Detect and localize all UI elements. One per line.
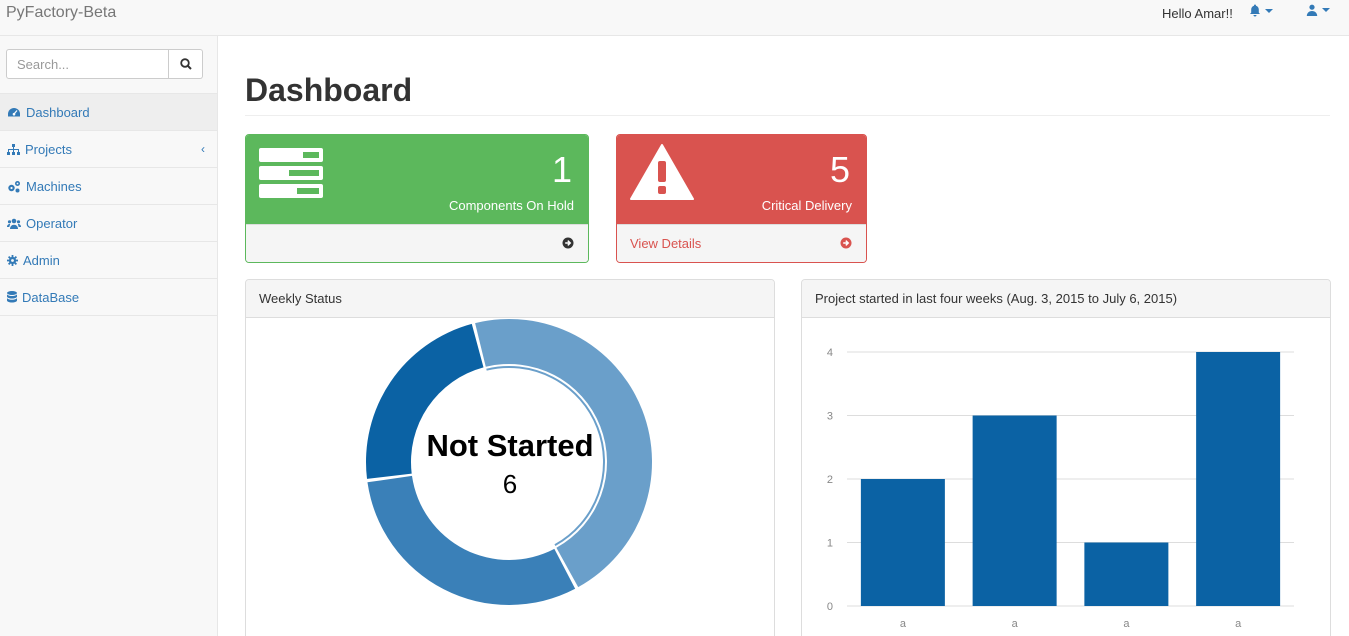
chevron-down-icon [1322, 8, 1330, 12]
user-icon [1306, 4, 1318, 16]
page-title: Dashboard [245, 72, 413, 108]
sidebar-item-label: DataBase [22, 289, 80, 305]
stat-header: 1 Components On Hold [246, 135, 588, 224]
gears-icon [8, 180, 20, 192]
chevron-down-icon [1265, 8, 1273, 13]
sidebar-item-machines[interactable]: Machines [0, 168, 217, 205]
y-tick-label: 3 [827, 411, 833, 423]
donut-center-label: Not Started [426, 428, 593, 463]
sidebar-item-label: Dashboard [26, 104, 90, 120]
users-icon [7, 218, 21, 229]
weekly-status-panel: Weekly Status Not Started 6 [245, 279, 775, 636]
sidebar-item-database[interactable]: DataBase [0, 279, 217, 316]
donut-segment[interactable] [367, 475, 576, 605]
y-tick-label: 0 [827, 601, 833, 613]
arrow-circle-right-icon [840, 237, 852, 249]
sidebar-item-projects[interactable]: Projects ‹ [0, 131, 217, 168]
stat-label: Components On Hold [448, 198, 574, 213]
title-divider [245, 115, 1330, 116]
search-input[interactable] [6, 49, 169, 79]
search-group [6, 49, 203, 79]
arrow-circle-right-icon [562, 237, 574, 249]
database-icon [7, 291, 17, 303]
bar[interactable] [1196, 352, 1281, 606]
user-greeting: Hello Amar!! [1162, 6, 1233, 21]
sidebar-item-label: Projects [25, 141, 72, 157]
y-tick-label: 1 [827, 538, 833, 550]
warning-icon [630, 144, 694, 200]
view-details-link[interactable]: View Details [630, 236, 701, 251]
stat-value: 5 [829, 149, 850, 190]
stat-label: Critical Delivery [761, 198, 852, 213]
x-tick-label: a [1012, 618, 1019, 630]
bar[interactable] [972, 415, 1057, 607]
search-button[interactable] [169, 49, 203, 79]
stat-value: 1 [551, 149, 572, 190]
sidebar-item-admin[interactable]: Admin [0, 242, 217, 279]
donut-center-value: 6 [503, 469, 517, 499]
x-tick-label: a [900, 618, 907, 630]
sidebar-item-label: Machines [26, 178, 82, 194]
x-tick-label: a [1235, 618, 1242, 630]
panel-heading: Project started in last four weeks (Aug.… [802, 280, 1330, 318]
bar-chart: 0 1 2 3 4 a a a a [827, 347, 1294, 630]
search-icon [179, 58, 192, 70]
sidebar: Dashboard Projects ‹ Machines Operator A… [0, 36, 218, 636]
bar[interactable] [1084, 542, 1169, 607]
donut-chart: Not Started 6 [366, 319, 652, 605]
dashboard-icon [8, 107, 20, 116]
y-tick-label: 2 [827, 474, 833, 486]
bar[interactable] [860, 479, 945, 606]
critical-delivery-panel: 5 Critical Delivery View Details [616, 134, 867, 263]
tasks-icon [259, 148, 323, 198]
sidebar-item-label: Admin [23, 252, 60, 268]
sidebar-item-operator[interactable]: Operator [0, 205, 217, 242]
gear-icon [7, 254, 18, 266]
user-dropdown[interactable] [1306, 4, 1330, 16]
chevron-left-icon[interactable]: ‹ [201, 142, 205, 156]
x-tick-label: a [1123, 618, 1130, 630]
sitemap-icon [7, 143, 20, 155]
sidebar-item-label: Operator [26, 215, 78, 231]
notifications-dropdown[interactable] [1249, 4, 1273, 17]
panel-heading: Weekly Status [246, 280, 774, 318]
brand-logo[interactable]: PyFactory-Beta [6, 4, 116, 22]
y-tick-label: 4 [827, 347, 833, 359]
projects-started-panel: Project started in last four weeks (Aug.… [801, 279, 1331, 636]
bell-icon [1250, 4, 1260, 17]
sidebar-item-dashboard[interactable]: Dashboard [0, 94, 217, 131]
components-on-hold-panel: 1 Components On Hold [245, 134, 589, 263]
stat-footer-link[interactable] [246, 224, 588, 262]
stat-header: 5 Critical Delivery [617, 135, 866, 224]
sidebar-menu: Dashboard Projects ‹ Machines Operator A… [0, 93, 217, 316]
top-navbar: PyFactory-Beta Hello Amar!! [0, 0, 1349, 36]
stat-footer-link[interactable]: View Details [617, 224, 866, 262]
